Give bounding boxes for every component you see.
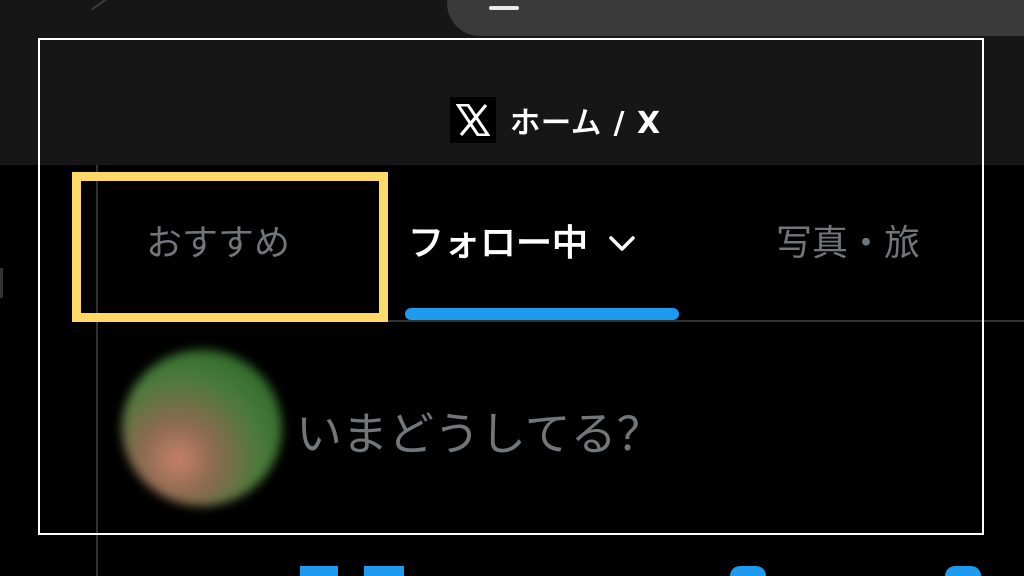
compose-input[interactable]: いまどうしてる？ [296,404,663,464]
minimize-icon[interactable] [489,6,519,10]
page-title: ホーム / X [450,97,661,143]
tab-following-label: フォロー中 [408,223,589,264]
active-tab-indicator [405,308,679,320]
address-bar[interactable] [447,0,1024,36]
chevron-down-icon[interactable] [604,226,640,262]
screen: ホーム / X おすすめ フォロー中 写真・旅 いまどうしてる？ [0,0,1024,576]
tab-following[interactable]: フォロー中 [408,220,640,268]
edge-divider [0,268,3,298]
schedule-icon[interactable] [730,566,766,576]
tab-recommended[interactable]: おすすめ [146,220,290,268]
gif-icon[interactable] [364,566,404,576]
media-icon[interactable] [300,566,338,576]
column-border [96,165,98,576]
avatar[interactable] [122,350,282,506]
tab-photo-travel[interactable]: 写真・旅 [776,220,920,268]
x-logo-icon [450,97,496,143]
page-title-text: ホーム / X [510,106,662,141]
location-icon[interactable] [945,566,981,576]
tabs-divider [96,320,1024,322]
